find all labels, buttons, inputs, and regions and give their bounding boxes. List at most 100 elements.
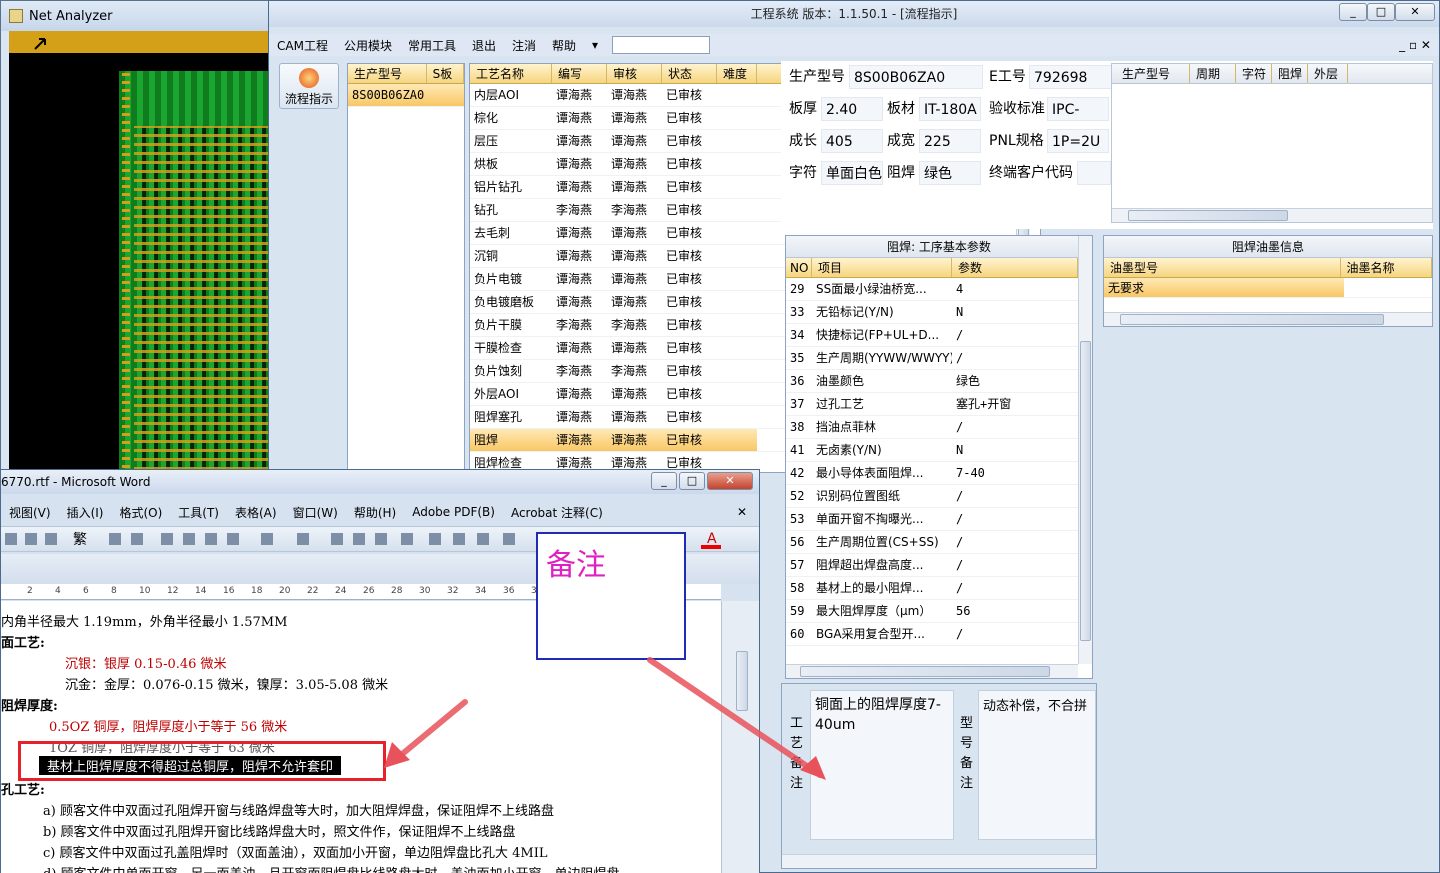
col-ink-model[interactable]: 油墨型号 [1104,258,1341,277]
param-row[interactable]: 57 阻焊超出焊盘高度... / [786,554,1092,577]
menu-logout[interactable]: 注消 [504,37,544,54]
ruler-tick: 28 [391,586,403,596]
flow-indicator-button[interactable]: 流程指示 [279,63,339,109]
col-h-char[interactable]: 字符 [1236,64,1272,83]
history-hscroll[interactable] [1112,208,1432,222]
scroll-thumb[interactable] [736,651,748,711]
param-row[interactable]: 56 生产周期位置(CS+SS) / [786,531,1092,554]
param-row[interactable]: 36 油墨颜色 绿色 [786,370,1092,393]
value-model[interactable]: 8S00B06ZA0 [849,65,983,89]
menu-help[interactable]: 帮助(H) [346,504,404,521]
col-author[interactable]: 编写 [552,64,607,83]
toolbar-combo[interactable] [612,36,711,54]
menu-common[interactable]: 公用模块 [336,37,400,54]
params-hscroll[interactable] [786,664,1078,678]
ruler-tick: 18 [251,586,263,596]
scroll-thumb[interactable] [1128,210,1288,221]
pcb-canvas[interactable] [9,31,273,476]
ink-hscroll[interactable] [1104,312,1432,326]
menu-insert[interactable]: 插入(I) [59,504,112,521]
label-len: 成长 [789,133,817,149]
value-mask[interactable]: 绿色 [919,161,981,185]
col-model[interactable]: 生产型号 [348,64,427,83]
word-vscroll[interactable] [721,601,759,873]
doc-close-icon[interactable]: ✕ [729,505,759,519]
param-row[interactable]: 59 最大阻焊厚度（μm） 56 [786,600,1092,623]
menu-exit[interactable]: 退出 [464,37,504,54]
menu-help[interactable]: 帮助 [544,37,584,54]
param-row[interactable]: 35 生产周期(YYWW/WWYY) / [786,347,1092,370]
menu-acrobat[interactable]: Acrobat 注释(C) [503,504,611,521]
info-panel: 生产型号 8S00B06ZA0 E工号 792698 板厚 2.40 板材 IT… [781,61,1433,229]
value-pnl[interactable]: 1P=2U [1047,129,1109,153]
value-wid[interactable]: 225 [919,129,981,153]
model-cell: 8S00B06ZA0 [352,88,425,102]
value-cust[interactable] [1077,161,1111,185]
scroll-thumb[interactable] [1120,314,1384,325]
remark-text[interactable]: 铜面上的阻焊厚度7-40um [810,690,954,840]
word-close-button[interactable]: ✕ [707,472,753,490]
params-panel: 阻焊: 工序基本参数 NO 项目 参数 29 SS面最小绿油桥宽... 4 33 无铅标… [785,235,1093,679]
param-row[interactable]: 60 BGA采用复合型开... / [786,623,1092,646]
maximize-button[interactable]: □ [1367,3,1395,21]
word-minimize-button[interactable]: _ [651,472,677,490]
col-item[interactable]: 项目 [812,258,952,277]
col-h-outer[interactable]: 外层 [1308,64,1348,83]
menu-cam[interactable]: CAM工程 [269,37,336,54]
model-row[interactable]: 8S00B06ZA0 [348,84,464,107]
value-len[interactable]: 405 [821,129,883,153]
word-maximize-button[interactable]: □ [679,472,705,490]
ink-model-cell: 无要求 [1104,278,1344,297]
col-param[interactable]: 参数 [952,258,1078,277]
param-row[interactable]: 42 最小导体表面阻焊... 7-40 [786,462,1092,485]
param-cell: N [956,443,964,457]
menu-view[interactable]: 视图(V) [1,504,59,521]
menu-adobe-pdf[interactable]: Adobe PDF(B) [404,505,503,519]
param-row[interactable]: 58 基材上的最小阻焊... / [786,577,1092,600]
menu-window[interactable]: 窗口(W) [285,504,346,521]
col-process[interactable]: 工艺名称 [470,64,552,83]
minimize-button[interactable]: _ [1339,3,1367,21]
type-remark-text[interactable]: 动态补偿，不合拼 [978,690,1096,840]
param-row[interactable]: 41 无卤素(Y/N) N [786,439,1092,462]
param-row[interactable]: 52 识别码位置图纸 / [786,485,1092,508]
param-row[interactable]: 34 快捷标记(FP+UL+D... / [786,324,1092,347]
param-row[interactable]: 53 单面开窗不掏曝光... / [786,508,1092,531]
value-char[interactable]: 单面白色 [821,161,883,185]
scroll-thumb[interactable] [800,666,1050,677]
col-h-model[interactable]: 生产型号 [1112,64,1190,83]
col-h-mask[interactable]: 阻焊 [1272,64,1308,83]
param-row[interactable]: 33 无铅标记(Y/N) N [786,301,1092,324]
params-vscroll[interactable] [1078,236,1092,664]
col-no[interactable]: NO [786,258,812,277]
menu-bar: CAM工程 公用模块 常用工具 退出 注消 帮助 ▾ _ ▫ ✕ [269,34,1439,56]
value-std[interactable]: IPC-6012 [1047,97,1109,121]
close-button[interactable]: ✕ [1395,3,1435,21]
col-ink-name[interactable]: 油墨名称 [1341,258,1432,277]
param-row[interactable]: 29 SS面最小绿油桥宽... 4 [786,278,1092,301]
col-reviewer[interactable]: 审核 [607,64,662,83]
value-mat[interactable]: IT-180A [919,97,981,121]
col-sboard[interactable]: S板 [427,64,464,83]
param-cell: 60 [790,627,805,641]
mdi-controls[interactable]: _ ▫ ✕ [1391,38,1439,52]
col-h-cycle[interactable]: 周期 [1190,64,1236,83]
note-box[interactable]: 备注 [536,532,686,660]
param-cell: 基材上的最小阻焊... [816,581,924,595]
col-status[interactable]: 状态 [662,64,717,83]
param-row[interactable]: 38 挡油点菲林 / [786,416,1092,439]
process-cell: 已审核 [666,272,703,286]
process-cell: 去毛刺 [474,226,511,240]
param-row[interactable]: 37 过孔工艺 塞孔+开窗 [786,393,1092,416]
ink-header: 油墨型号 油墨名称 [1104,258,1432,278]
menu-table[interactable]: 表格(A) [227,504,285,521]
remark-hscroll[interactable] [782,854,1096,868]
menu-format[interactable]: 格式(O) [111,504,170,521]
ink-row[interactable]: 无要求 [1104,278,1432,298]
chevron-down-icon[interactable]: ▾ [584,38,606,52]
col-difficulty[interactable]: 难度 [717,64,757,83]
menu-tools[interactable]: 工具(T) [170,504,227,521]
value-thick[interactable]: 2.40 [821,97,883,121]
scroll-thumb[interactable] [1080,341,1091,641]
menu-tools[interactable]: 常用工具 [400,37,464,54]
